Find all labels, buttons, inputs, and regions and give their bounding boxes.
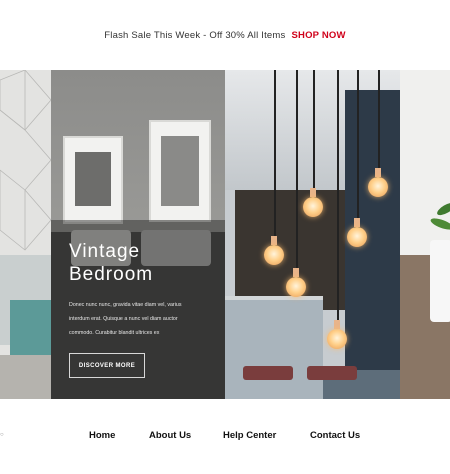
picture-frame-right <box>149 120 211 222</box>
hero-title-line: Vintage <box>69 241 141 262</box>
shop-now-link[interactable]: SHOP NOW <box>291 30 345 41</box>
light-bulb-icon <box>327 329 347 349</box>
light-bulb-icon <box>303 197 323 217</box>
nav-item-home[interactable]: Home <box>89 430 115 441</box>
picture-frame-left <box>63 136 123 224</box>
flash-sale-text: Flash Sale This Week - Off 30% All Items <box>104 29 286 41</box>
hero-description-line: commodo. Curabitur blandit ultrices ex <box>69 330 160 336</box>
main-navigation: ○ Home About Us Help Center Contact Us <box>0 399 450 474</box>
hero-title-line: Bedroom <box>69 264 154 285</box>
hero-description-line: Donec nunc nunc, gravida vitae diam vel,… <box>69 302 182 308</box>
lamp-cord <box>274 70 276 238</box>
lamp-cord <box>296 70 298 270</box>
bulb-socket <box>271 236 277 245</box>
gallery-image-plant[interactable] <box>400 70 450 399</box>
nav-item-about-us[interactable]: About Us <box>149 430 191 441</box>
bulb-socket <box>310 188 316 197</box>
gallery-image-bedroom[interactable]: Vintage Bedroom Donec nunc nunc, gravida… <box>51 70 225 399</box>
leaf-shape <box>435 200 450 218</box>
light-bulb-icon <box>368 177 388 197</box>
stool-shape <box>243 366 293 380</box>
light-bulb-icon <box>264 245 284 265</box>
nav-item-help-center[interactable]: Help Center <box>223 430 276 441</box>
hero-gallery: Vintage Bedroom Donec nunc nunc, gravida… <box>0 70 450 399</box>
plant-pot <box>430 240 450 322</box>
bulb-socket <box>293 268 299 277</box>
bulb-socket <box>334 320 340 329</box>
lamp-cord <box>357 70 359 220</box>
lamp-cord <box>337 70 339 322</box>
counter-shape <box>225 300 323 399</box>
hero-description-line: interdum erat. Quisque a nunc vel diam a… <box>69 316 178 322</box>
gallery-image-cafe[interactable] <box>225 70 400 399</box>
nav-dot-icon: ○ <box>0 432 4 438</box>
light-bulb-icon <box>286 277 306 297</box>
lamp-cord <box>313 70 315 190</box>
nav-item-contact-us[interactable]: Contact Us <box>310 430 360 441</box>
light-bulb-icon <box>347 227 367 247</box>
bulb-socket <box>375 168 381 177</box>
rug-shape <box>0 355 51 399</box>
discover-more-button[interactable]: DISCOVER MORE <box>69 353 145 378</box>
leaf-shape <box>429 216 450 232</box>
hero-description: Donec nunc nunc, gravida vitae diam vel,… <box>69 298 219 340</box>
throw-blanket-shape <box>10 300 51 360</box>
lamp-cord <box>378 70 380 170</box>
gallery-image-living-room[interactable] <box>0 70 51 399</box>
bulb-socket <box>354 218 360 227</box>
flash-sale-banner: Flash Sale This Week - Off 30% All Items… <box>0 0 450 70</box>
hero-title: Vintage Bedroom <box>69 240 219 286</box>
stool-shape <box>307 366 357 380</box>
geometric-wallpaper-pattern <box>0 70 51 251</box>
